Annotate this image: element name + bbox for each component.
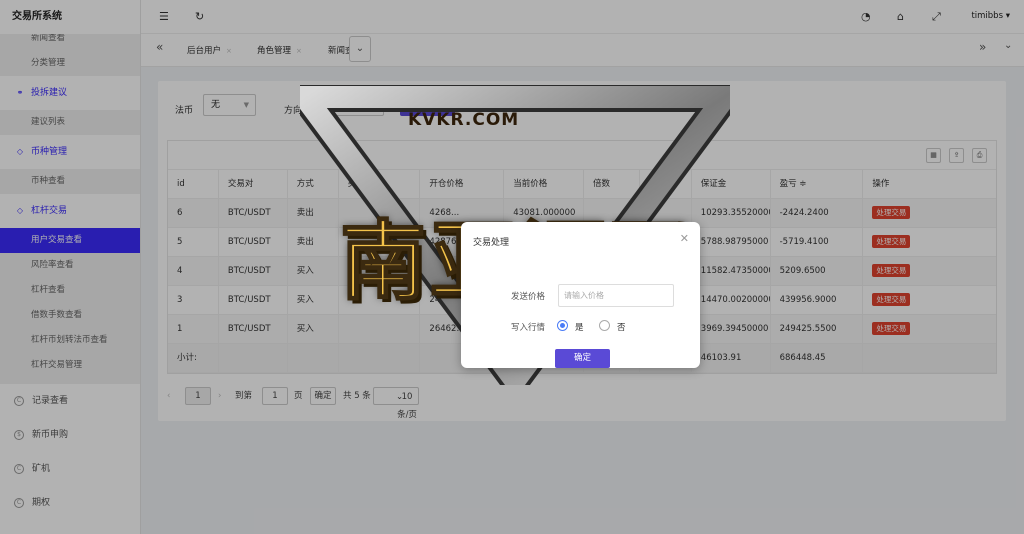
- price-input[interactable]: 请输入价格: [558, 284, 674, 307]
- market-label: 写入行情: [511, 323, 546, 333]
- trade-process-dialog: 交易处理 ✕ 发送价格 请输入价格 写入行情 是 否 确定: [461, 222, 700, 368]
- price-label: 发送价格: [511, 292, 546, 302]
- dialog-title: 交易处理: [473, 238, 510, 248]
- radio-yes-label: 是: [575, 323, 584, 333]
- radio-yes[interactable]: [557, 320, 568, 331]
- watermark-site: KVKR.COM: [408, 110, 520, 130]
- dialog-confirm-button[interactable]: 确定: [555, 349, 610, 368]
- radio-no-label: 否: [617, 323, 626, 333]
- radio-no[interactable]: [599, 320, 610, 331]
- close-icon[interactable]: ✕: [680, 232, 689, 245]
